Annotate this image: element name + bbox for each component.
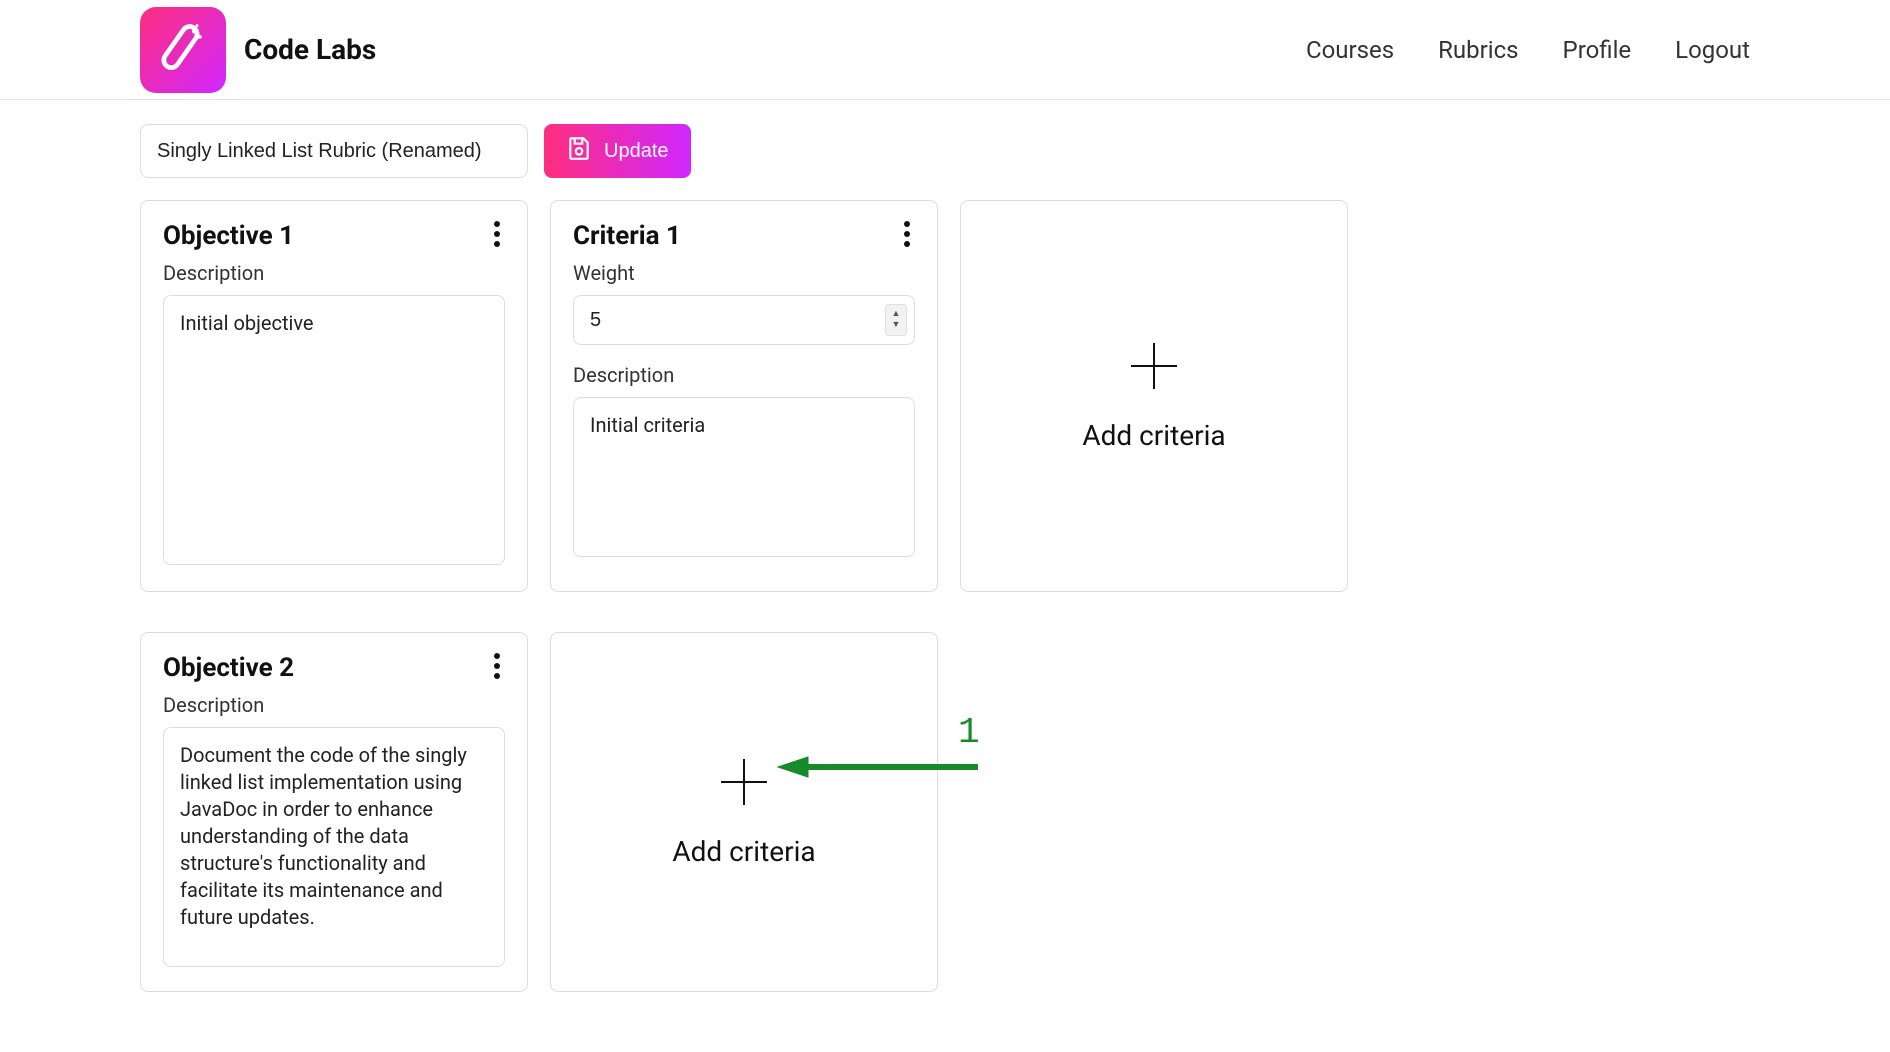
objective-2-title: Objective 2 (163, 653, 505, 683)
objective-card-2: Objective 2 Description (140, 632, 528, 992)
objective-1-description-label: Description (163, 261, 505, 285)
objective-1-description-input[interactable] (163, 295, 505, 565)
main-nav: Courses Rubrics Profile Logout (1306, 36, 1750, 64)
rubric-name-input[interactable] (140, 124, 528, 178)
brand-title: Code Labs (244, 33, 376, 66)
toolbar: Update (140, 124, 1750, 178)
objective-card-1: Objective 1 Description (140, 200, 528, 592)
criteria-1-title: Criteria 1 (573, 221, 915, 251)
plus-icon (719, 757, 769, 807)
criteria-1-weight-input[interactable] (573, 295, 915, 345)
nav-logout[interactable]: Logout (1675, 36, 1750, 64)
objective-1-menu-button[interactable] (485, 219, 509, 249)
add-criteria-label: Add criteria (1082, 419, 1225, 452)
update-button-label: Update (604, 140, 669, 163)
criteria-1-weight-label: Weight (573, 261, 915, 285)
add-criteria-button-row-1[interactable]: Add criteria (960, 200, 1348, 592)
objective-2-menu-button[interactable] (485, 651, 509, 681)
objective-1-title: Objective 1 (163, 221, 505, 251)
criteria-1-menu-button[interactable] (895, 219, 919, 249)
objectives-list: Objective 1 Description Criteria 1 Weigh… (140, 200, 1750, 992)
add-criteria-button-row-2[interactable]: Add criteria (550, 632, 938, 992)
plus-icon (1129, 341, 1179, 391)
nav-courses[interactable]: Courses (1306, 36, 1394, 64)
criteria-1-description-label: Description (573, 363, 915, 387)
save-icon (566, 135, 592, 167)
criteria-1-description-input[interactable] (573, 397, 915, 557)
brand[interactable]: Code Labs (140, 7, 376, 93)
objective-row-1: Objective 1 Description Criteria 1 Weigh… (140, 200, 1750, 592)
criteria-card-1: Criteria 1 Weight ▲ ▼ Description (550, 200, 938, 592)
criteria-1-weight-stepper[interactable]: ▲ ▼ (885, 304, 907, 336)
chevron-down-icon: ▼ (892, 321, 901, 330)
objective-2-description-input[interactable] (163, 727, 505, 967)
app-header: Code Labs Courses Rubrics Profile Logout (0, 0, 1890, 100)
nav-profile[interactable]: Profile (1563, 36, 1632, 64)
objective-2-description-label: Description (163, 693, 505, 717)
update-button[interactable]: Update (544, 124, 691, 178)
objective-row-2: Objective 2 Description Add criteria 1 (140, 632, 1750, 992)
brand-logo-icon (140, 7, 226, 93)
add-criteria-label: Add criteria (672, 835, 815, 868)
annotation-label: 1 (958, 712, 980, 753)
chevron-up-icon: ▲ (892, 310, 901, 319)
nav-rubrics[interactable]: Rubrics (1438, 36, 1518, 64)
main-content: Update Objective 1 Description Criteria … (0, 100, 1890, 1052)
